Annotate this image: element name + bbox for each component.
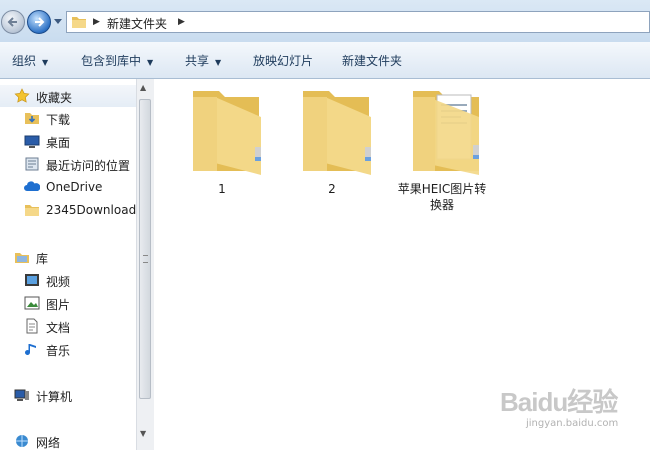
computer-icon [14, 389, 29, 401]
nav-favorites-label: 收藏夹 [36, 91, 73, 105]
nav-item-label: 文档 [46, 321, 71, 335]
nav-computer[interactable]: 计算机 [0, 384, 136, 406]
desktop-icon [24, 135, 40, 148]
video-icon [25, 274, 39, 286]
network-icon [16, 435, 28, 447]
file-name-line: 换器 [429, 198, 454, 212]
nav-item-onedrive[interactable]: OneDrive [0, 176, 136, 198]
include-in-library-label: 包含到库中 [81, 54, 142, 68]
scroll-up-arrow-icon[interactable]: ▲ [140, 83, 146, 92]
nav-scrollbar[interactable]: ▲ ▼ [136, 79, 154, 450]
organize-label: 组织 [12, 54, 37, 68]
folder-icon [72, 17, 86, 28]
document-icon [26, 318, 38, 334]
forward-button[interactable] [27, 10, 51, 34]
nav-item-desktop[interactable]: 桌面 [0, 130, 136, 152]
onedrive-icon [24, 181, 40, 191]
forward-arrow-icon [35, 17, 45, 27]
download-folder-icon [25, 113, 39, 124]
nav-item-label: OneDrive [46, 180, 103, 194]
nav-libraries-label: 库 [36, 252, 49, 266]
nav-item-2345downloads[interactable]: 2345Downloads [0, 199, 136, 221]
nav-item-music[interactable]: 音乐 [0, 338, 136, 360]
breadcrumb-arrow-icon[interactable]: ▶ [93, 17, 100, 27]
file-name: 2 [328, 182, 336, 196]
star-icon [14, 88, 30, 103]
new-folder-button[interactable]: 新建文件夹 [342, 52, 402, 69]
scrollbar-thumb[interactable] [139, 99, 151, 399]
nav-network[interactable]: 网络 [0, 430, 136, 450]
back-button[interactable] [1, 10, 25, 34]
nav-item-label: 视频 [46, 275, 71, 289]
file-name: 苹果HEIC图片转 换器 [387, 181, 497, 213]
back-arrow-icon [7, 17, 17, 27]
nav-item-videos[interactable]: 视频 [0, 269, 136, 291]
address-field[interactable]: ▶ 新建文件夹 ▶ [66, 11, 650, 33]
share-menu[interactable]: 共享 ▼ [185, 52, 221, 69]
caret-down-icon: ▼ [215, 58, 222, 67]
nav-item-recent-places[interactable]: 最近访问的位置 [0, 153, 136, 175]
nav-item-downloads[interactable]: 下载 [0, 107, 136, 129]
nav-item-label: 桌面 [46, 136, 71, 150]
share-label: 共享 [185, 54, 210, 68]
folder-icon [25, 205, 39, 216]
empty-folder-icon [303, 91, 371, 175]
recent-pages-dropdown-icon[interactable] [53, 17, 63, 25]
nav-item-documents[interactable]: 文档 [0, 315, 136, 337]
watermark-logo: Baidu经验 [500, 387, 618, 417]
navigation-pane: 收藏夹 下载 桌面 最近访问的位置 OneDrive 2345Downloads… [0, 79, 136, 450]
watermark-url: jingyan.baidu.com [526, 418, 619, 429]
empty-folder-icon [193, 91, 261, 175]
nav-item-label: 最近访问的位置 [46, 159, 131, 173]
music-icon [25, 344, 36, 355]
file-name-line: 苹果HEIC图片转 [397, 182, 487, 196]
nav-item-label: 下载 [46, 113, 71, 127]
nav-item-label: 音乐 [46, 344, 71, 358]
scroll-down-arrow-icon[interactable]: ▼ [140, 429, 146, 438]
nav-computer-label: 计算机 [36, 390, 73, 404]
nav-item-label: 图片 [46, 298, 71, 312]
picture-icon [24, 296, 40, 310]
nav-item-label: 2345Downloads [46, 203, 136, 217]
recent-places-icon [25, 157, 39, 171]
address-bar-area: ▶ 新建文件夹 ▶ [0, 0, 650, 42]
grip-icon [143, 255, 148, 263]
nav-libraries[interactable]: 库 [0, 246, 136, 268]
slideshow-button[interactable]: 放映幻灯片 [253, 52, 313, 69]
caret-down-icon: ▼ [42, 58, 49, 67]
caret-down-icon: ▼ [147, 58, 154, 67]
breadcrumb-arrow-icon[interactable]: ▶ [178, 17, 185, 27]
full-folder-icon [413, 91, 479, 175]
include-in-library-menu[interactable]: 包含到库中 ▼ [81, 52, 153, 69]
nav-favorites[interactable]: 收藏夹 [0, 85, 136, 107]
nav-network-label: 网络 [36, 436, 61, 450]
library-icon [15, 253, 29, 263]
organize-menu[interactable]: 组织 ▼ [12, 52, 48, 69]
nav-item-pictures[interactable]: 图片 [0, 292, 136, 314]
command-toolbar: 组织 ▼ 包含到库中 ▼ 共享 ▼ 放映幻灯片 新建文件夹 [0, 42, 650, 79]
breadcrumb-current[interactable]: 新建文件夹 [107, 15, 167, 32]
file-name: 1 [218, 182, 226, 196]
